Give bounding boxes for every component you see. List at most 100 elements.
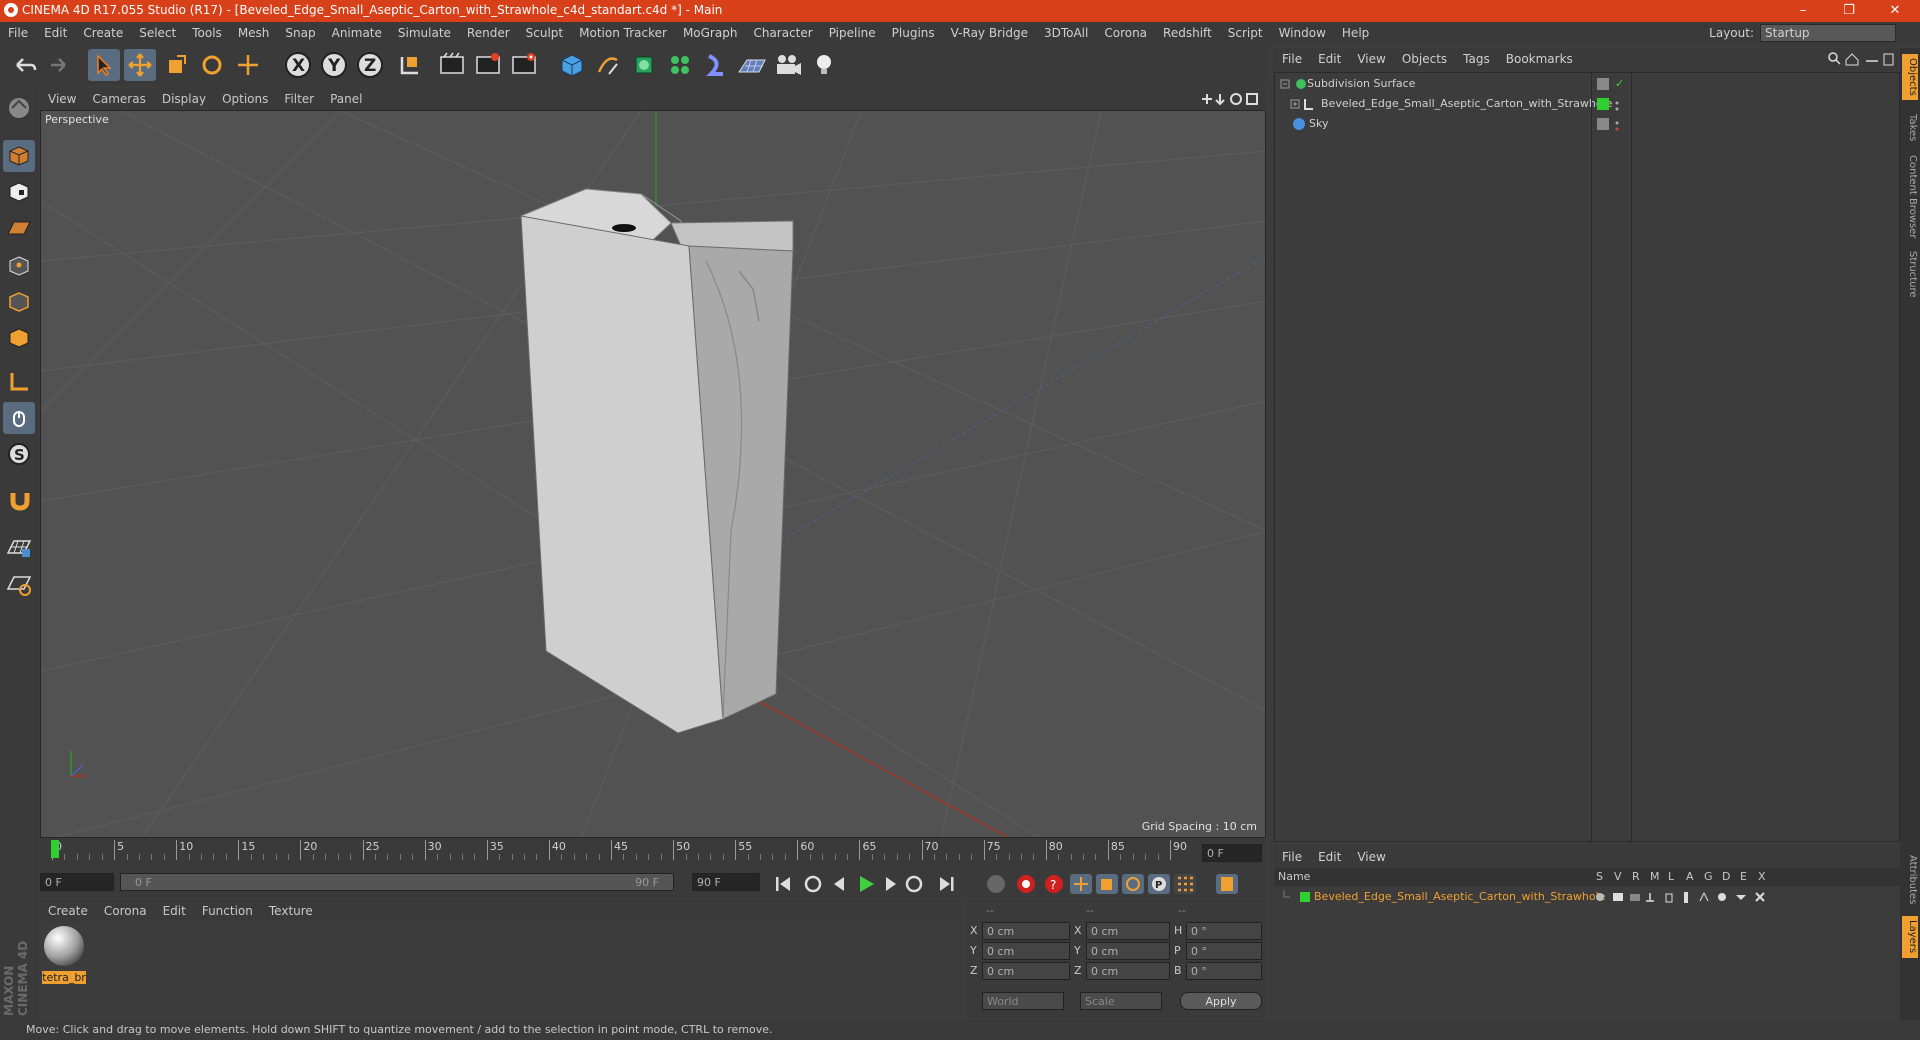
visibility-dots-icon-sky[interactable] xyxy=(1615,119,1619,137)
subdivision-surface-icon[interactable] xyxy=(628,49,660,81)
z-axis-lock-icon[interactable]: Z xyxy=(354,49,386,81)
viewport-menu-filter[interactable]: Filter xyxy=(276,88,322,110)
spline-pen-icon[interactable] xyxy=(592,49,624,81)
polygons-mode-icon[interactable] xyxy=(3,322,35,354)
workplane-lock-icon[interactable] xyxy=(3,532,35,564)
enabled-check-icon[interactable]: ✓ xyxy=(1615,75,1624,93)
material-menu-create[interactable]: Create xyxy=(40,900,96,922)
menu-snap[interactable]: Snap xyxy=(277,22,323,44)
close-button[interactable]: ✕ xyxy=(1872,0,1918,22)
viewport-nav-icons[interactable] xyxy=(1200,92,1260,109)
end-frame-field[interactable]: 90 F xyxy=(692,873,760,891)
tab-content-browser[interactable]: Content Browser xyxy=(1902,152,1918,242)
menu-create[interactable]: Create xyxy=(75,22,131,44)
timeline-playhead[interactable] xyxy=(51,840,59,858)
3d-viewport[interactable]: Perspective Grid Spacing : 10 cm xyxy=(40,110,1266,838)
layers-menu-edit[interactable]: Edit xyxy=(1310,846,1349,868)
tab-attributes[interactable]: Attributes xyxy=(1902,848,1918,912)
rotation-h-field[interactable]: 0 ° xyxy=(1186,922,1262,940)
menu-edit[interactable]: Edit xyxy=(36,22,75,44)
workplane-rotate-icon[interactable] xyxy=(3,568,35,600)
menu-window[interactable]: Window xyxy=(1271,22,1334,44)
menu-script[interactable]: Script xyxy=(1220,22,1271,44)
layer-flag-icons[interactable] xyxy=(1592,888,1772,906)
layers-menu-view[interactable]: View xyxy=(1349,846,1393,868)
viewport-menu-cameras[interactable]: Cameras xyxy=(84,88,153,110)
mograph-cloner-icon[interactable] xyxy=(664,49,696,81)
transform-tool-icon[interactable] xyxy=(232,49,264,81)
objects-menu-edit[interactable]: Edit xyxy=(1310,48,1349,70)
menu-mograph[interactable]: MoGraph xyxy=(675,22,746,44)
menu-tools[interactable]: Tools xyxy=(184,22,230,44)
scale-tool-icon[interactable] xyxy=(160,49,192,81)
position-z-field[interactable]: 0 cm xyxy=(982,962,1070,980)
menu-vray-bridge[interactable]: V-Ray Bridge xyxy=(943,22,1036,44)
material-menu-edit[interactable]: Edit xyxy=(155,900,194,922)
menu-corona[interactable]: Corona xyxy=(1096,22,1155,44)
render-view-icon[interactable] xyxy=(436,49,468,81)
rotation-p-field[interactable]: 0 ° xyxy=(1186,942,1262,960)
viewport-menu-display[interactable]: Display xyxy=(154,88,214,110)
object-row-subdivision-surface[interactable]: Subdivision Surface ✓ xyxy=(1275,75,1895,93)
menu-sculpt[interactable]: Sculpt xyxy=(518,22,571,44)
apply-button[interactable]: Apply xyxy=(1180,992,1262,1010)
tab-layers[interactable]: Layers xyxy=(1902,916,1918,958)
visibility-dots-icon[interactable] xyxy=(1615,99,1619,111)
position-x-field[interactable]: 0 cm xyxy=(982,922,1070,940)
menu-motion-tracker[interactable]: Motion Tracker xyxy=(571,22,675,44)
light-bulb-icon[interactable] xyxy=(808,49,840,81)
make-editable-icon[interactable] xyxy=(3,92,35,124)
y-axis-lock-icon[interactable]: Y xyxy=(318,49,350,81)
objects-menu-view[interactable]: View xyxy=(1349,48,1393,70)
texture-mode-icon[interactable] xyxy=(3,176,35,208)
tweak-mode-icon[interactable] xyxy=(3,402,35,434)
frame-range-slider[interactable]: 0 F 90 F xyxy=(120,873,674,891)
menu-animate[interactable]: Animate xyxy=(324,22,390,44)
menu-character[interactable]: Character xyxy=(745,22,820,44)
objects-menu-tags[interactable]: Tags xyxy=(1455,48,1498,70)
menu-render[interactable]: Render xyxy=(459,22,518,44)
snap-icon[interactable]: S xyxy=(3,438,35,470)
scale-mode-dropdown[interactable]: Scale xyxy=(1080,992,1162,1010)
deformer-icon[interactable] xyxy=(700,49,732,81)
material-swatch[interactable]: tetra_br xyxy=(42,924,86,984)
menu-redshift[interactable]: Redshift xyxy=(1155,22,1220,44)
model-mode-icon[interactable] xyxy=(3,140,35,172)
layer-row[interactable]: Beveled_Edge_Small_Aseptic_Carton_with_S… xyxy=(1274,888,1894,906)
material-menu-function[interactable]: Function xyxy=(194,900,261,922)
viewport-menu-view[interactable]: View xyxy=(40,88,84,110)
coordinate-system-icon[interactable] xyxy=(394,49,426,81)
x-axis-lock-icon[interactable]: X xyxy=(282,49,314,81)
objects-menu-file[interactable]: File xyxy=(1274,48,1310,70)
menu-file[interactable]: File xyxy=(0,22,36,44)
rotate-tool-icon[interactable] xyxy=(196,49,228,81)
select-arrow-icon[interactable] xyxy=(88,49,120,81)
rotation-b-field[interactable]: 0 ° xyxy=(1186,962,1262,980)
edges-mode-icon[interactable] xyxy=(3,286,35,318)
layout-dropdown[interactable]: Startup xyxy=(1760,24,1896,42)
restore-button[interactable]: ❐ xyxy=(1826,0,1872,22)
viewport-menu-options[interactable]: Options xyxy=(214,88,276,110)
redo-icon[interactable] xyxy=(42,49,74,81)
viewport-menu-panel[interactable]: Panel xyxy=(322,88,370,110)
object-manager-tools[interactable] xyxy=(1828,52,1894,69)
layer-color-icon[interactable] xyxy=(1597,98,1609,110)
objects-menu-bookmarks[interactable]: Bookmarks xyxy=(1498,48,1581,70)
workplane-mode-icon[interactable] xyxy=(3,212,35,244)
cube-primitive-icon[interactable] xyxy=(556,49,588,81)
object-row-sky[interactable]: Sky xyxy=(1275,115,1895,133)
coordinate-mode-dropdown[interactable]: World xyxy=(982,992,1064,1010)
axis-mode-icon[interactable] xyxy=(3,366,35,398)
camera-icon[interactable] xyxy=(772,49,804,81)
menu-mesh[interactable]: Mesh xyxy=(230,22,278,44)
tab-objects[interactable]: Objects xyxy=(1902,54,1918,100)
size-x-field[interactable]: 0 cm xyxy=(1086,922,1170,940)
render-picture-viewer-icon[interactable] xyxy=(472,49,504,81)
size-z-field[interactable]: 0 cm xyxy=(1086,962,1170,980)
material-menu-corona[interactable]: Corona xyxy=(96,900,155,922)
menu-pipeline[interactable]: Pipeline xyxy=(821,22,884,44)
menu-simulate[interactable]: Simulate xyxy=(390,22,459,44)
layers-menu-file[interactable]: File xyxy=(1274,846,1310,868)
timeline-ruler[interactable]: 051015202530354045505560657075808590 0 F xyxy=(40,838,1266,868)
carton-model[interactable] xyxy=(519,188,794,734)
